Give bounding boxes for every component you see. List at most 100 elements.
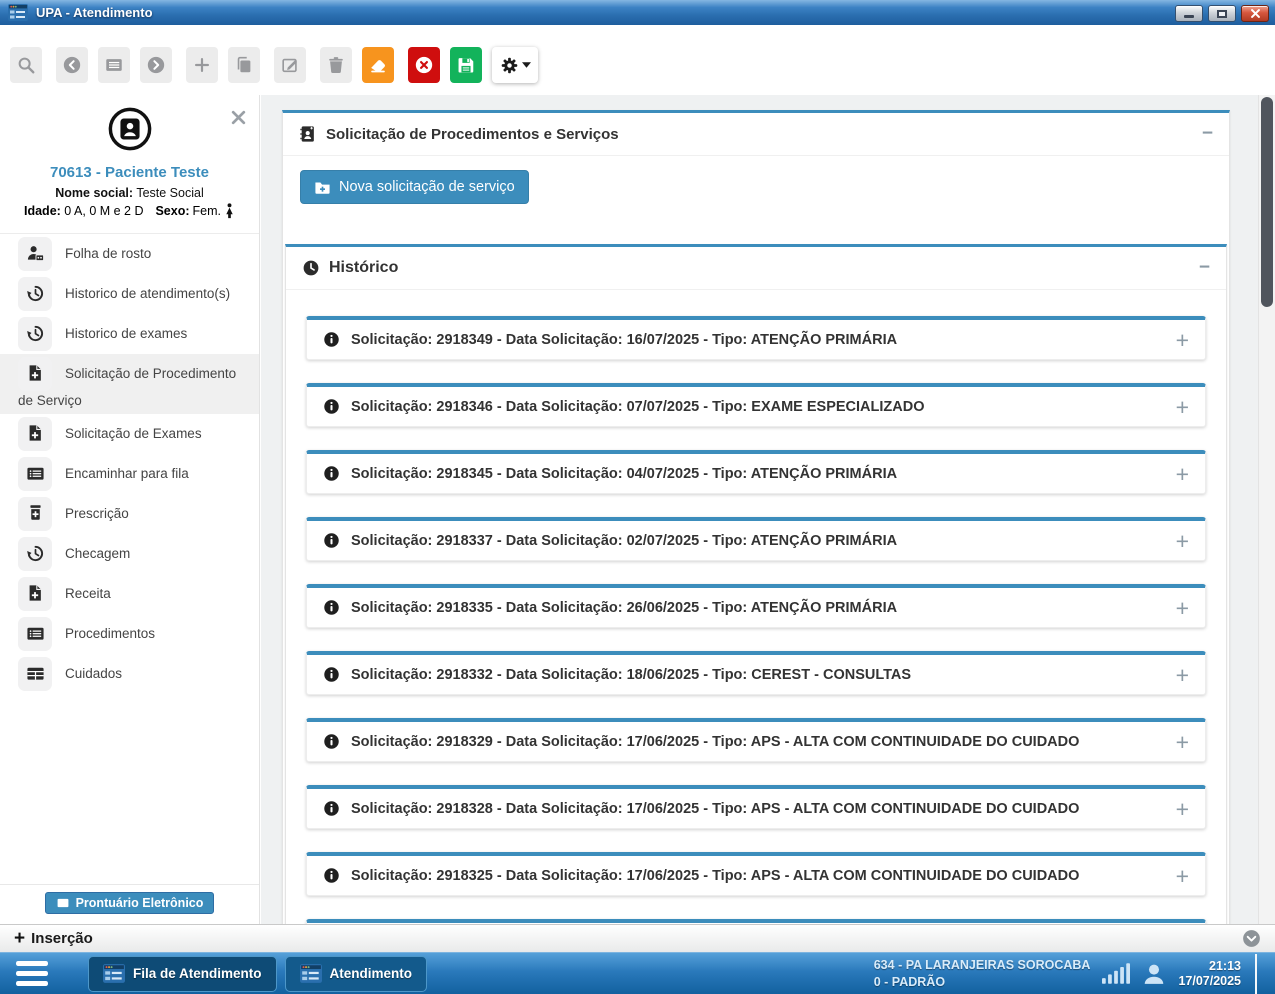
history-icon bbox=[18, 537, 52, 571]
close-sidebar-icon[interactable] bbox=[230, 109, 247, 126]
add-button[interactable] bbox=[186, 47, 218, 83]
window-title: UPA - Atendimento bbox=[36, 5, 153, 20]
sidebar-item-solicitacao-exames[interactable]: Solicitação de Exames bbox=[0, 414, 259, 454]
expand-icon[interactable]: + bbox=[1176, 531, 1189, 551]
sidebar-item-historico-atendimentos[interactable]: Historico de atendimento(s) bbox=[0, 274, 259, 314]
history-item[interactable]: Solicitação: 2918345 - Data Solicitação:… bbox=[306, 450, 1206, 494]
history-item[interactable]: Solicitação: 2918346 - Data Solicitação:… bbox=[306, 383, 1206, 427]
info-icon bbox=[323, 733, 340, 750]
clear-button[interactable] bbox=[362, 47, 394, 83]
expand-icon[interactable]: + bbox=[1176, 397, 1189, 417]
expand-icon[interactable]: + bbox=[1176, 866, 1189, 886]
delete-button[interactable] bbox=[320, 47, 352, 83]
patient-header: 70613 - Paciente Teste Nome social: Test… bbox=[0, 95, 259, 234]
history-item[interactable]: Solicitação: 2918332 - Data Solicitação:… bbox=[306, 651, 1206, 695]
history-item[interactable]: Solicitação: 2918349 - Data Solicitação:… bbox=[306, 316, 1206, 360]
taskbar-tab-label: Atendimento bbox=[330, 966, 413, 981]
hamburger-menu-icon[interactable] bbox=[16, 961, 48, 987]
close-button[interactable] bbox=[1241, 5, 1269, 22]
file-plus-icon bbox=[18, 357, 52, 391]
close-circle-icon bbox=[414, 55, 434, 75]
sidebar-item-prescricao[interactable]: Prescrição bbox=[0, 494, 259, 534]
vertical-scrollbar[interactable] bbox=[1258, 95, 1275, 924]
history-item-label: Solicitação: 2918349 - Data Solicitação:… bbox=[351, 332, 897, 348]
patient-social-name: Nome social: Teste Social bbox=[10, 186, 249, 200]
forward-button[interactable] bbox=[140, 47, 172, 83]
copy-button[interactable] bbox=[228, 47, 260, 83]
info-icon bbox=[323, 867, 340, 884]
history-item-label: Solicitação: 2918329 - Data Solicitação:… bbox=[351, 734, 1079, 750]
nova-solicitacao-button[interactable]: Nova solicitação de serviço bbox=[300, 170, 529, 204]
history-item-label: Solicitação: 2918335 - Data Solicitação:… bbox=[351, 600, 897, 616]
settings-button[interactable] bbox=[492, 47, 538, 83]
user-icon[interactable] bbox=[1142, 962, 1166, 986]
collapse-icon[interactable]: − bbox=[1199, 261, 1210, 275]
historico-panel-title: Histórico bbox=[329, 259, 398, 277]
expand-icon[interactable]: + bbox=[1176, 732, 1189, 752]
sidebar-item-cuidados[interactable]: Cuidados bbox=[0, 654, 259, 694]
expand-icon[interactable]: + bbox=[1176, 799, 1189, 819]
taskbar-tab-atendimento[interactable]: Atendimento bbox=[285, 956, 428, 992]
sidebar-item-checagem[interactable]: Checagem bbox=[0, 534, 259, 574]
age-value: 0 A, 0 M e 2 D bbox=[64, 204, 143, 218]
taskbar-tab-fila-de-atendimento[interactable]: Fila de Atendimento bbox=[88, 956, 277, 992]
sidebar-item-receita[interactable]: Receita bbox=[0, 574, 259, 614]
sidebar-item-label: Historico de atendimento(s) bbox=[65, 286, 230, 301]
history-item[interactable]: Solicitação: 2918329 - Data Solicitação:… bbox=[306, 718, 1206, 762]
search-button[interactable] bbox=[10, 47, 42, 83]
patient-age-sex: Idade: 0 A, 0 M e 2 D Sexo: Fem. bbox=[10, 203, 249, 219]
history-item[interactable]: Solicitação: 2918325 - Data Solicitação:… bbox=[306, 852, 1206, 896]
maximize-button[interactable] bbox=[1208, 5, 1236, 22]
expand-icon[interactable]: + bbox=[1176, 464, 1189, 484]
insercao-bar[interactable]: + Inserção bbox=[0, 924, 1275, 952]
minimize-button[interactable] bbox=[1175, 5, 1203, 22]
save-button[interactable] bbox=[450, 47, 482, 83]
copy-icon bbox=[234, 55, 254, 75]
info-icon bbox=[323, 666, 340, 683]
cancel-button[interactable] bbox=[408, 47, 440, 83]
plus-icon: + bbox=[14, 931, 25, 947]
chevron-down-circle-icon[interactable] bbox=[1242, 929, 1261, 948]
history-item[interactable]: Solicitação: 2918337 - Data Solicitação:… bbox=[306, 517, 1206, 561]
expand-icon[interactable]: + bbox=[1176, 665, 1189, 685]
history-item[interactable]: Solicitação: 2918335 - Data Solicitação:… bbox=[306, 584, 1206, 628]
folder-plus-icon bbox=[314, 180, 331, 195]
back-button[interactable] bbox=[56, 47, 88, 83]
file-plus-icon bbox=[18, 417, 52, 451]
sidebar-item-historico-exames[interactable]: Historico de exames bbox=[0, 314, 259, 354]
edit-button[interactable] bbox=[274, 47, 306, 83]
sidebar-item-solicitacao-procedimento[interactable]: Solicitação de Procedimento de Serviço bbox=[0, 354, 259, 414]
history-item-label: Solicitação: 2918345 - Data Solicitação:… bbox=[351, 466, 897, 482]
expand-icon[interactable]: + bbox=[1176, 598, 1189, 618]
clock-date: 17/07/2025 bbox=[1178, 974, 1241, 989]
historico-panel-header: Histórico − bbox=[286, 247, 1226, 290]
expand-icon[interactable]: + bbox=[1176, 330, 1189, 350]
sidebar-item-label: Procedimentos bbox=[65, 626, 155, 641]
signal-bars-icon[interactable] bbox=[1102, 963, 1130, 984]
history-item[interactable]: Solicitação: 2918328 - Data Solicitação:… bbox=[306, 785, 1206, 829]
list-button[interactable] bbox=[98, 47, 130, 83]
workspace: 70613 - Paciente Teste Nome social: Test… bbox=[0, 95, 1275, 924]
plus-icon bbox=[192, 55, 212, 75]
patient-avatar-icon bbox=[108, 107, 152, 151]
sidebar-item-label: Receita bbox=[65, 586, 111, 601]
sidebar-item-label: Checagem bbox=[65, 546, 130, 561]
sidebar-item-encaminhar-fila[interactable]: Encaminhar para fila bbox=[0, 454, 259, 494]
sidebar-item-folha-de-rosto[interactable]: Folha de rosto bbox=[0, 234, 259, 274]
prontuario-eletronico-button[interactable]: Prontuário Eletrônico bbox=[45, 892, 215, 914]
history-item-label: Solicitação: 2918337 - Data Solicitação:… bbox=[351, 533, 897, 549]
app-window-icon bbox=[8, 4, 28, 21]
clock: 21:13 17/07/2025 bbox=[1178, 959, 1241, 989]
sidebar-item-procedimentos[interactable]: Procedimentos bbox=[0, 614, 259, 654]
gear-icon bbox=[500, 56, 519, 75]
history-icon bbox=[18, 277, 52, 311]
scrollbar-thumb[interactable] bbox=[1261, 97, 1273, 307]
collapse-icon[interactable]: − bbox=[1202, 127, 1213, 141]
prontuario-button-label: Prontuário Eletrônico bbox=[76, 896, 204, 910]
app-window-icon bbox=[103, 964, 125, 983]
save-icon bbox=[456, 55, 476, 75]
info-icon bbox=[323, 599, 340, 616]
sex-label: Sexo: bbox=[155, 204, 189, 218]
search-icon bbox=[16, 55, 36, 75]
prescription-icon bbox=[18, 497, 52, 531]
